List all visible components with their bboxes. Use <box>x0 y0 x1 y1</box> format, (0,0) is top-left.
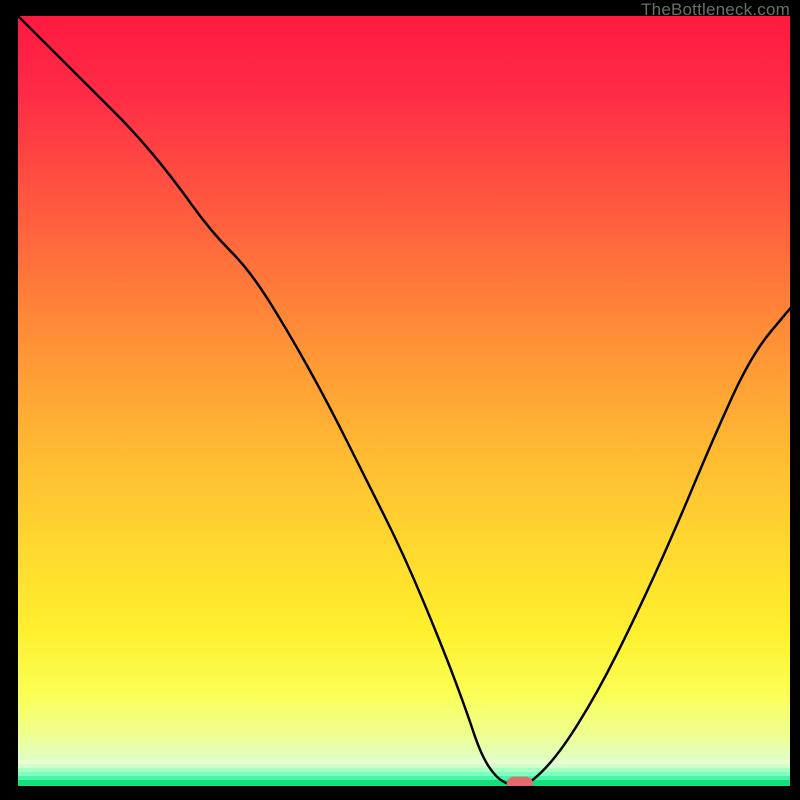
optimal-marker <box>507 777 533 786</box>
curve-layer <box>18 16 790 786</box>
chart-frame: TheBottleneck.com <box>0 0 800 800</box>
bottleneck-curve <box>18 16 790 786</box>
plot-area <box>18 16 790 786</box>
